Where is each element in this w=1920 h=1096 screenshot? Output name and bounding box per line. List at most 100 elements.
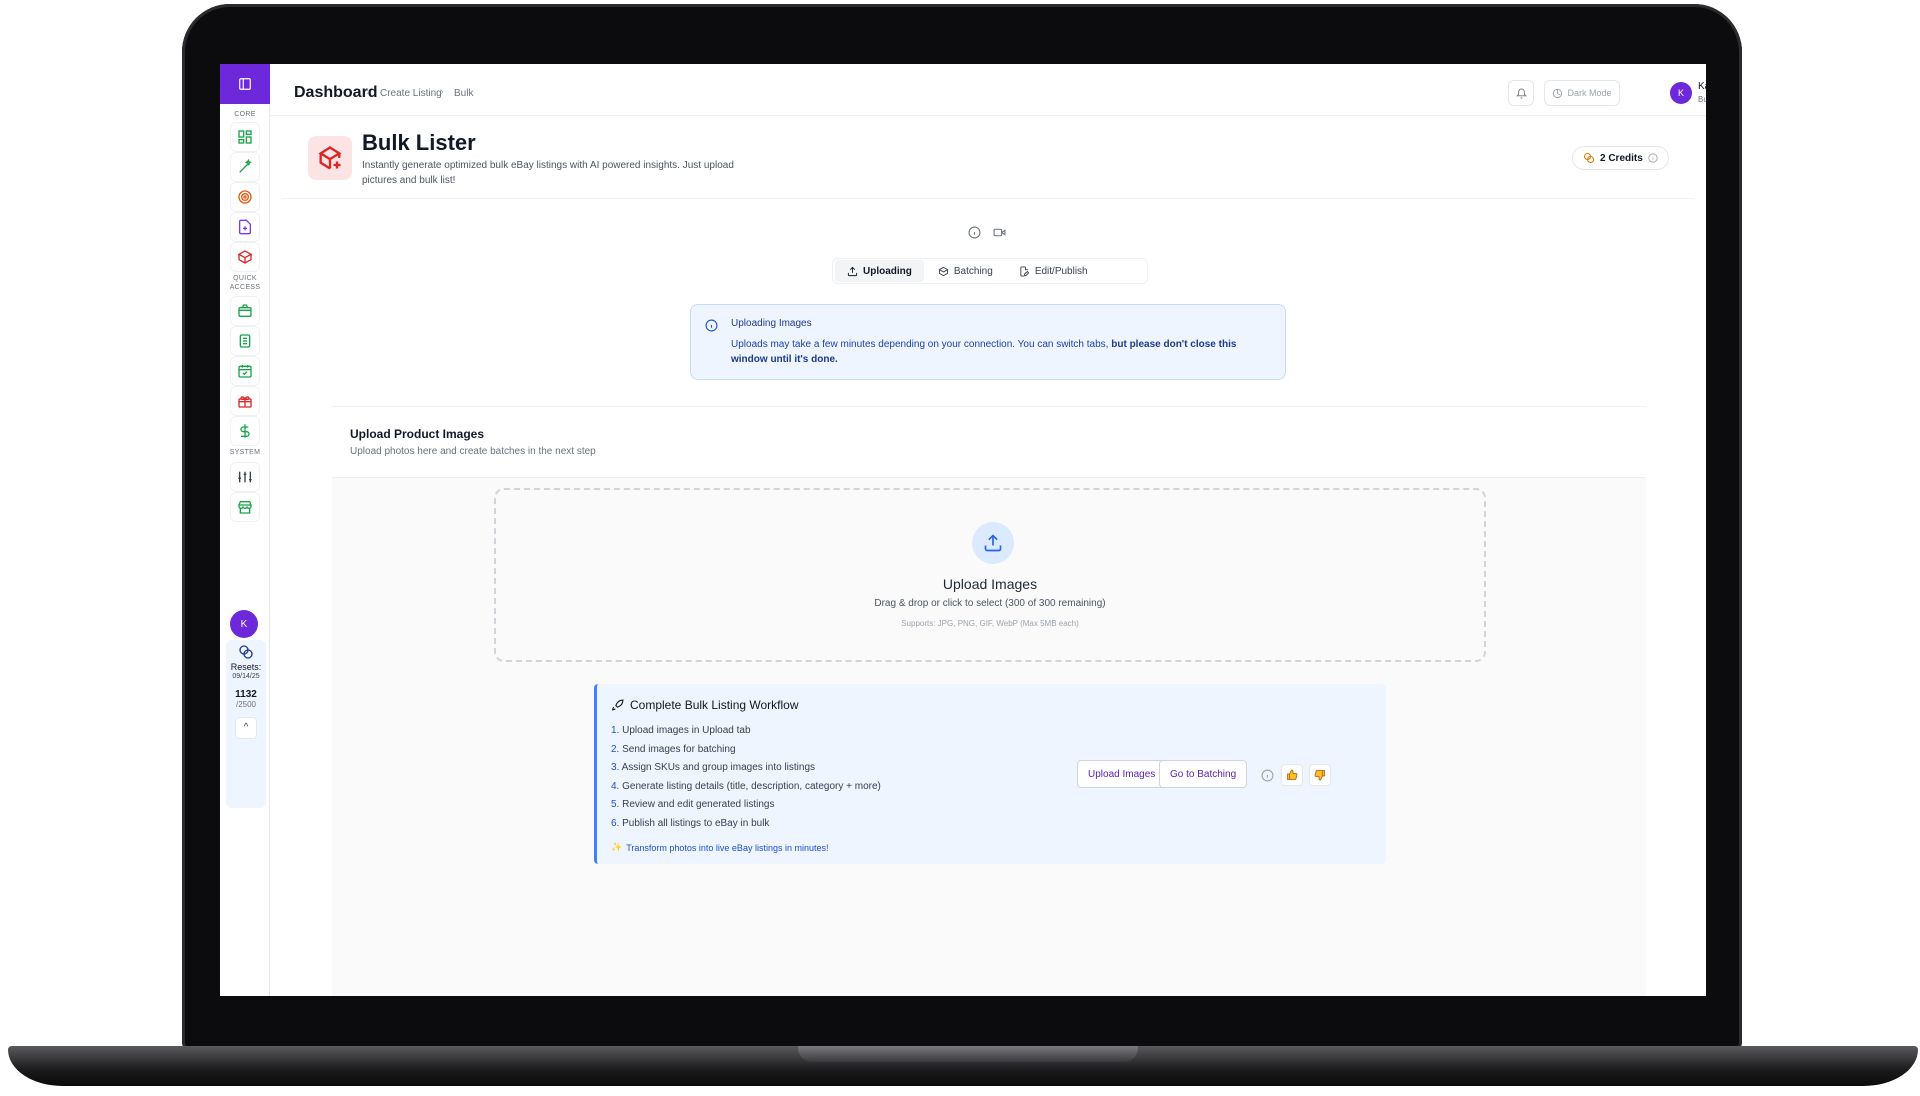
info-icon bbox=[705, 319, 718, 332]
workflow-card: Complete Bulk Listing Workflow 1. Upload… bbox=[594, 684, 1386, 864]
workflow-footer: ✨ Transform photos into live eBay listin… bbox=[611, 842, 828, 853]
thumbs-up-button[interactable] bbox=[1281, 764, 1303, 786]
tab-label: Edit/Publish bbox=[1034, 265, 1088, 277]
sidebar-section-core: CORE bbox=[234, 111, 256, 118]
chevron-right-icon: › bbox=[440, 86, 444, 98]
go-to-batching-button[interactable]: Go to Batching bbox=[1159, 760, 1248, 788]
step-number: 3. bbox=[611, 762, 620, 773]
sidebar-item-gifts[interactable] bbox=[230, 386, 260, 416]
step-number: 4. bbox=[611, 780, 620, 792]
list-item: 5. Review and edit generated listings bbox=[611, 796, 881, 815]
step-number: 6. bbox=[611, 817, 620, 829]
header-divider bbox=[282, 198, 1694, 199]
dark-mode-label: Dark Mode bbox=[1567, 88, 1612, 98]
chevron-right-icon: › bbox=[366, 86, 370, 98]
tab-batching[interactable]: Batching bbox=[926, 260, 1005, 282]
thumbs-down-button[interactable] bbox=[1309, 764, 1331, 786]
notifications-button[interactable] bbox=[1508, 80, 1534, 106]
collapse-usage-button[interactable]: ^ bbox=[235, 717, 257, 739]
moon-icon bbox=[1553, 88, 1563, 98]
upload-info-banner: Uploading Images Uploads may take a few … bbox=[690, 304, 1286, 380]
sidebar-item-create[interactable] bbox=[230, 152, 260, 182]
upload-card-body: Upload Images Drag & drop or click to se… bbox=[332, 477, 1646, 996]
sidebar-item-calendar[interactable] bbox=[230, 356, 260, 386]
thumbs-up-icon bbox=[1287, 769, 1298, 780]
step-text: Generate listing details (title, descrip… bbox=[622, 780, 881, 792]
dark-mode-toggle[interactable]: Dark Mode bbox=[1544, 80, 1620, 106]
topbar: Dashboard › Create Listing › Bulk Dark M… bbox=[270, 64, 1706, 116]
page-title: Bulk Lister bbox=[362, 130, 476, 155]
upload-icon bbox=[972, 522, 1014, 564]
user-role: Business bbox=[1698, 95, 1706, 104]
sparkle-icon: ✨ bbox=[611, 842, 623, 852]
user-name: Kams bbox=[1698, 81, 1706, 92]
info-banner-text-regular: Uploads may take a few minutes depending… bbox=[731, 339, 1109, 350]
step-text: Upload images in Upload tab bbox=[622, 725, 751, 736]
sidebar-item-bulk[interactable] bbox=[230, 242, 260, 272]
package-plus-icon bbox=[318, 146, 342, 170]
sidebar: CORE QUICK ACCESS SYSTEM K Resets: 09/14… bbox=[220, 64, 270, 996]
chevron-up-icon: ^ bbox=[243, 722, 249, 733]
step-text: Send images for batching bbox=[622, 743, 736, 755]
sidebar-section-system: SYSTEM bbox=[229, 449, 261, 456]
list-item: 3. Assign SKUs and group images into lis… bbox=[611, 759, 881, 778]
credits-badge[interactable]: 2 Credits bbox=[1572, 146, 1669, 170]
sidebar-item-store[interactable] bbox=[230, 492, 260, 522]
tab-edit-publish[interactable]: Edit/Publish bbox=[1007, 260, 1100, 282]
dollar-icon bbox=[240, 424, 250, 438]
laptop-notch bbox=[798, 1046, 1138, 1062]
help-icons bbox=[968, 226, 1006, 239]
step-number: 5. bbox=[611, 799, 620, 810]
upload-icon bbox=[847, 266, 858, 276]
breadcrumb-bulk[interactable]: Bulk bbox=[454, 88, 473, 99]
sidebar-avatar[interactable]: K bbox=[230, 610, 258, 638]
sidebar-item-new-file[interactable] bbox=[230, 212, 260, 242]
step-text: Review and edit generated listings bbox=[622, 799, 775, 810]
tab-uploading[interactable]: Uploading bbox=[835, 260, 924, 282]
bulk-lister-icon bbox=[308, 136, 352, 180]
upload-card-title: Upload Product Images bbox=[350, 427, 485, 441]
package-icon bbox=[938, 266, 949, 276]
coins-icon bbox=[239, 645, 253, 659]
usage-panel: Resets: 09/14/25 1132 /2500 ^ bbox=[226, 640, 266, 808]
thumbs-down-icon bbox=[1314, 770, 1325, 781]
sidebar-item-settings[interactable] bbox=[230, 462, 260, 492]
file-edit-icon bbox=[1020, 265, 1030, 277]
info-icon bbox=[1648, 153, 1658, 163]
step-text: Assign SKUs and group images into listin… bbox=[621, 762, 816, 773]
sidebar-toggle-button[interactable] bbox=[220, 64, 270, 104]
notebook-icon bbox=[239, 334, 251, 348]
usage-resets-date: 09/14/25 bbox=[232, 673, 260, 680]
info-banner-text: Uploads may take a few minutes depending… bbox=[731, 337, 1271, 367]
list-item: 4. Generate listing details (title, desc… bbox=[611, 778, 881, 797]
breadcrumb-create-listing[interactable]: Create Listing bbox=[380, 88, 442, 99]
usage-count: 1132 bbox=[235, 689, 257, 700]
workflow-title: Complete Bulk Listing Workflow bbox=[611, 698, 799, 712]
list-item: 6. Publish all listings to eBay in bulk bbox=[611, 815, 881, 834]
video-icon[interactable] bbox=[993, 226, 1006, 239]
bell-icon bbox=[1515, 88, 1527, 99]
sidebar-item-inventory[interactable] bbox=[230, 296, 260, 326]
upload-card-subtitle: Upload photos here and create batches in… bbox=[350, 446, 596, 457]
sidebar-item-notebook[interactable] bbox=[230, 326, 260, 356]
gift-icon bbox=[238, 396, 252, 408]
sidebar-item-pricing[interactable] bbox=[230, 416, 260, 446]
sliders-icon bbox=[238, 471, 252, 483]
sidebar-item-target[interactable] bbox=[230, 182, 260, 212]
info-icon[interactable] bbox=[968, 226, 981, 239]
workflow-title-label: Complete Bulk Listing Workflow bbox=[630, 698, 799, 712]
sidebar-section-quick-access: QUICK ACCESS bbox=[229, 275, 261, 291]
info-icon[interactable] bbox=[1261, 769, 1274, 782]
list-item: 1. Upload images in Upload tab bbox=[611, 722, 881, 741]
target-icon bbox=[238, 190, 252, 204]
info-banner-title: Uploading Images bbox=[731, 318, 812, 329]
upload-images-button[interactable]: Upload Images bbox=[1077, 760, 1167, 788]
image-dropzone[interactable]: Upload Images Drag & drop or click to se… bbox=[494, 488, 1486, 662]
page-subtitle: Instantly generate optimized bulk eBay l… bbox=[362, 160, 734, 186]
dropzone-subtitle: Drag & drop or click to select (300 of 3… bbox=[874, 598, 1106, 609]
sidebar-item-dashboard[interactable] bbox=[230, 122, 260, 152]
user-avatar[interactable]: K bbox=[1670, 82, 1692, 104]
step-number: 1. bbox=[611, 725, 620, 736]
sidebar-panel-icon bbox=[239, 78, 251, 90]
magic-wand-icon bbox=[239, 159, 252, 173]
